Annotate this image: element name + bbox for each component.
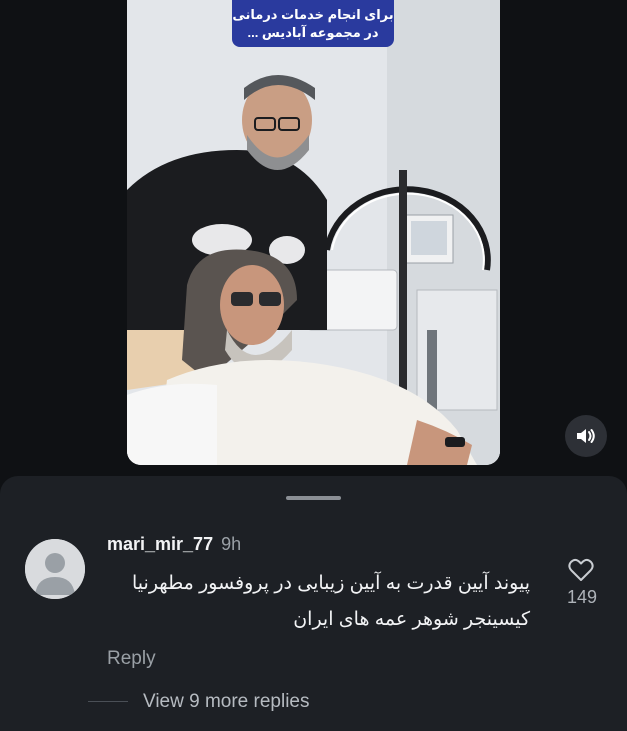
video-area: برای انجام خدمات درمانی در مجموعه آبادیس… xyxy=(0,0,627,476)
caption-line-2: در مجموعه آبادیس ... xyxy=(247,24,379,40)
replies-divider xyxy=(88,701,128,702)
drag-handle[interactable] xyxy=(286,496,341,500)
heart-icon xyxy=(568,558,594,581)
video-frame-illustration xyxy=(127,0,500,465)
comment-body: پیوند آیین قدرت به آیین زیبایی در پروفسو… xyxy=(110,566,530,638)
video-player[interactable]: برای انجام خدمات درمانی در مجموعه آبادیس… xyxy=(127,0,500,465)
video-caption-overlay: برای انجام خدمات درمانی در مجموعه آبادیس… xyxy=(232,0,394,47)
view-more-replies-button[interactable]: View 9 more replies xyxy=(143,691,310,713)
comment-username[interactable]: mari_mir_77 xyxy=(107,534,213,555)
mute-button[interactable] xyxy=(565,415,607,457)
default-avatar-icon xyxy=(25,539,85,599)
speaker-icon xyxy=(577,429,595,443)
comment-text-line-1: پیوند آیین قدرت به آیین زیبایی در پروفسو… xyxy=(132,573,530,594)
caption-line-1: برای انجام خدمات درمانی xyxy=(232,6,394,22)
comments-sheet: mari_mir_77 9h پیوند آیین قدرت به آیین ز… xyxy=(0,476,627,731)
comment-text-line-2: کیسینجر شوهر عمه های ایران xyxy=(293,609,530,630)
like-button[interactable] xyxy=(566,556,596,584)
comment-timestamp: 9h xyxy=(221,534,242,554)
comment-meta: mari_mir_77 9h xyxy=(107,534,241,555)
like-count: 149 xyxy=(566,587,598,607)
reply-button[interactable]: Reply xyxy=(107,648,156,670)
avatar[interactable] xyxy=(25,539,85,599)
